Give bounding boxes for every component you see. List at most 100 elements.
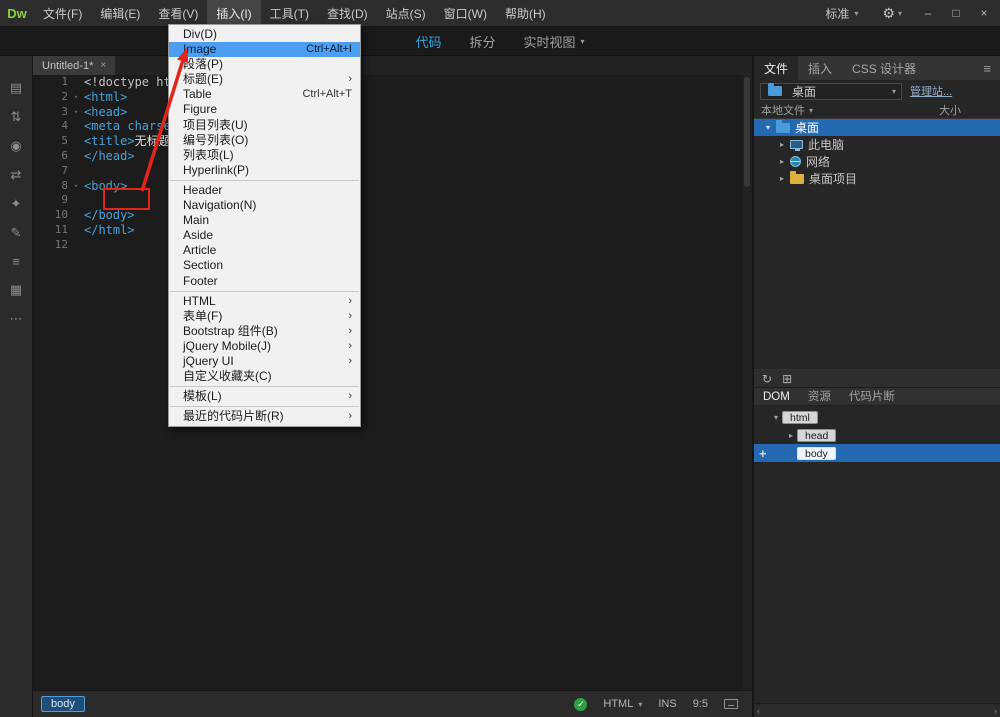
files-panel-tab[interactable]: 插入 bbox=[798, 56, 842, 80]
insert-menu-item[interactable]: Article bbox=[169, 243, 360, 258]
view-mode-button[interactable]: 代码 bbox=[415, 32, 441, 51]
dom-panel-tab[interactable]: 代码片断 bbox=[840, 388, 904, 406]
editor-scrollbar[interactable] bbox=[742, 75, 752, 690]
minimize-button[interactable]: – bbox=[914, 0, 942, 27]
collapse-icon[interactable]: ▾ bbox=[762, 123, 774, 132]
insert-menu-item[interactable]: 模板(L) › bbox=[169, 389, 360, 404]
open-documents-icon[interactable]: ▤ bbox=[6, 80, 26, 96]
editor-helper-icon[interactable] bbox=[724, 699, 738, 709]
collapse-icon[interactable]: ▾ bbox=[770, 413, 782, 422]
snippets-icon[interactable]: ▦ bbox=[6, 282, 26, 298]
dom-tag-chip[interactable]: head bbox=[797, 428, 837, 442]
insert-menu-item[interactable]: Hyperlink(P) bbox=[169, 163, 360, 178]
expand-icon[interactable]: ▸ bbox=[776, 157, 788, 166]
expand-icon[interactable]: ▸ bbox=[776, 174, 788, 183]
insert-menu-item[interactable]: 列表项(L) bbox=[169, 148, 360, 163]
maximize-button[interactable]: □ bbox=[942, 0, 970, 27]
menubar-item[interactable]: 查找(D) bbox=[318, 0, 377, 26]
connect-server-icon[interactable]: ⊞ bbox=[782, 372, 792, 386]
live-view-icon[interactable]: ◉ bbox=[6, 138, 26, 154]
insert-menu-item[interactable]: Footer bbox=[169, 274, 360, 289]
insert-menu-item[interactable]: 自定义收藏夹(C) bbox=[169, 369, 360, 384]
expand-icon[interactable]: ▸ bbox=[785, 431, 797, 440]
gear-icon: ⚙ bbox=[882, 4, 895, 21]
insert-menu-item[interactable]: 标题(E) › bbox=[169, 72, 360, 87]
insert-menu-item[interactable]: Section bbox=[169, 258, 360, 273]
insert-menu-item[interactable]: Main bbox=[169, 213, 360, 228]
dom-tag-chip[interactable]: html bbox=[782, 410, 818, 424]
file-tree-item[interactable]: ▸ 此电脑 bbox=[754, 136, 1000, 153]
dom-tree-item[interactable]: ▾ html bbox=[754, 408, 1000, 426]
dom-tree-item[interactable]: + body bbox=[754, 444, 1000, 462]
menu-item-label: Figure bbox=[183, 102, 218, 117]
dom-panel-tab[interactable]: 资源 bbox=[799, 388, 840, 406]
edit-icon[interactable]: ✎ bbox=[6, 225, 26, 241]
view-mode-button[interactable]: 拆分 bbox=[469, 32, 495, 51]
menu-item-label: 列表项(L) bbox=[183, 147, 234, 162]
close-button[interactable]: × bbox=[970, 0, 998, 27]
insert-menu-item[interactable]: jQuery Mobile(J) › bbox=[169, 339, 360, 354]
site-name: 桌面 bbox=[792, 84, 817, 99]
menubar-item[interactable]: 文件(F) bbox=[34, 0, 91, 26]
dom-panel-tab[interactable]: DOM bbox=[754, 388, 799, 406]
scroll-left-icon[interactable]: ‹ bbox=[757, 706, 760, 716]
file-tree-item[interactable]: ▸ 网络 bbox=[754, 153, 1000, 170]
insert-menu-item[interactable]: 编号列表(O) bbox=[169, 133, 360, 148]
line-number: 11 bbox=[54, 222, 68, 236]
insert-menu-item[interactable]: jQuery UI › bbox=[169, 354, 360, 369]
menubar-item[interactable]: 查看(V) bbox=[149, 0, 207, 26]
insert-menu-item[interactable]: 最近的代码片断(R) › bbox=[169, 409, 360, 424]
menu-item-label: Bootstrap 组件(B) bbox=[183, 323, 278, 338]
panel-menu-icon[interactable]: ≡ bbox=[983, 61, 1000, 76]
insert-menu-item[interactable]: Div(D) bbox=[169, 27, 360, 42]
dom-tree-item[interactable]: ▸ head bbox=[754, 426, 1000, 444]
insert-menu-item[interactable]: Figure bbox=[169, 102, 360, 117]
code-editor[interactable]: 1 <!doctype ht 2 ▾ <html> 3 ▾ <head> 4 <meta char… bbox=[33, 75, 752, 690]
insert-menu-item[interactable]: Header bbox=[169, 183, 360, 198]
files-panel-tab[interactable]: 文件 bbox=[754, 56, 799, 80]
insert-menu-item[interactable]: Image Ctrl+Alt+I bbox=[169, 42, 360, 58]
dom-tag-chip[interactable]: body bbox=[797, 446, 836, 460]
code-line: 8 ▾ <body> bbox=[33, 179, 752, 194]
insert-menu-item[interactable]: Table Ctrl+Alt+T bbox=[169, 87, 360, 102]
insert-menu-item[interactable]: HTML › bbox=[169, 294, 360, 309]
insert-menu-item[interactable]: Aside bbox=[169, 228, 360, 243]
more-options-icon[interactable]: ⋯ bbox=[6, 311, 26, 327]
insert-menu-item[interactable]: Navigation(N) bbox=[169, 198, 360, 213]
doctype-dropdown[interactable]: HTML ▾ bbox=[603, 698, 642, 710]
local-files-column[interactable]: 本地文件 ▾ bbox=[761, 102, 813, 118]
menubar-item[interactable]: 站点(S) bbox=[377, 0, 435, 26]
refresh-icon[interactable]: ↻ bbox=[762, 372, 772, 386]
inspect-icon[interactable]: ✦ bbox=[6, 196, 26, 212]
menubar-item[interactable]: 插入(I) bbox=[207, 0, 261, 26]
menubar-item[interactable]: 帮助(H) bbox=[496, 0, 555, 26]
insert-menu-item[interactable]: 表单(F) › bbox=[169, 309, 360, 324]
file-tree-item[interactable]: ▸ 桌面项目 bbox=[754, 170, 1000, 187]
editor-scrollbar-thumb[interactable] bbox=[744, 77, 750, 187]
insert-menu-item[interactable]: Bootstrap 组件(B) › bbox=[169, 324, 360, 339]
menubar-item[interactable]: 窗口(W) bbox=[435, 0, 496, 26]
menu-item-label: HTML bbox=[183, 293, 216, 308]
insert-menu-item[interactable]: 段落(P) bbox=[169, 57, 360, 72]
chevron-down-icon: ▾ bbox=[891, 86, 896, 96]
file-management-icon[interactable]: ⇅ bbox=[6, 109, 26, 125]
menubar-item[interactable]: 编辑(E) bbox=[91, 0, 149, 26]
close-tab-icon[interactable]: × bbox=[100, 60, 106, 71]
document-tab[interactable]: Untitled-1* × bbox=[33, 56, 116, 75]
settings-menu[interactable]: ⚙ ▾ bbox=[870, 5, 914, 22]
view-mode-button[interactable]: 实时视图 ▾ bbox=[524, 32, 585, 51]
insert-menu-item[interactable]: 项目列表(U) bbox=[169, 118, 360, 133]
expand-icon[interactable]: ▸ bbox=[776, 140, 788, 149]
format-source-icon[interactable]: ≡ bbox=[6, 254, 26, 269]
scroll-right-icon[interactable]: › bbox=[994, 706, 997, 716]
workspace-switcher[interactable]: 标准 ▾ bbox=[813, 5, 870, 22]
swap-views-icon[interactable]: ⇄ bbox=[6, 167, 26, 183]
file-tree-item[interactable]: ▾ 桌面 bbox=[754, 119, 1000, 136]
add-element-icon[interactable]: + bbox=[759, 446, 767, 461]
tag-selector-body[interactable]: body bbox=[41, 696, 85, 712]
menubar-item[interactable]: 工具(T) bbox=[261, 0, 318, 26]
site-select[interactable]: 桌面 ▾ bbox=[760, 82, 902, 100]
files-panel-tab[interactable]: CSS 设计器 bbox=[842, 56, 926, 80]
manage-sites-link[interactable]: 管理站... bbox=[910, 83, 952, 99]
panel-horizontal-scrollbar[interactable]: ‹ › bbox=[754, 703, 1000, 717]
